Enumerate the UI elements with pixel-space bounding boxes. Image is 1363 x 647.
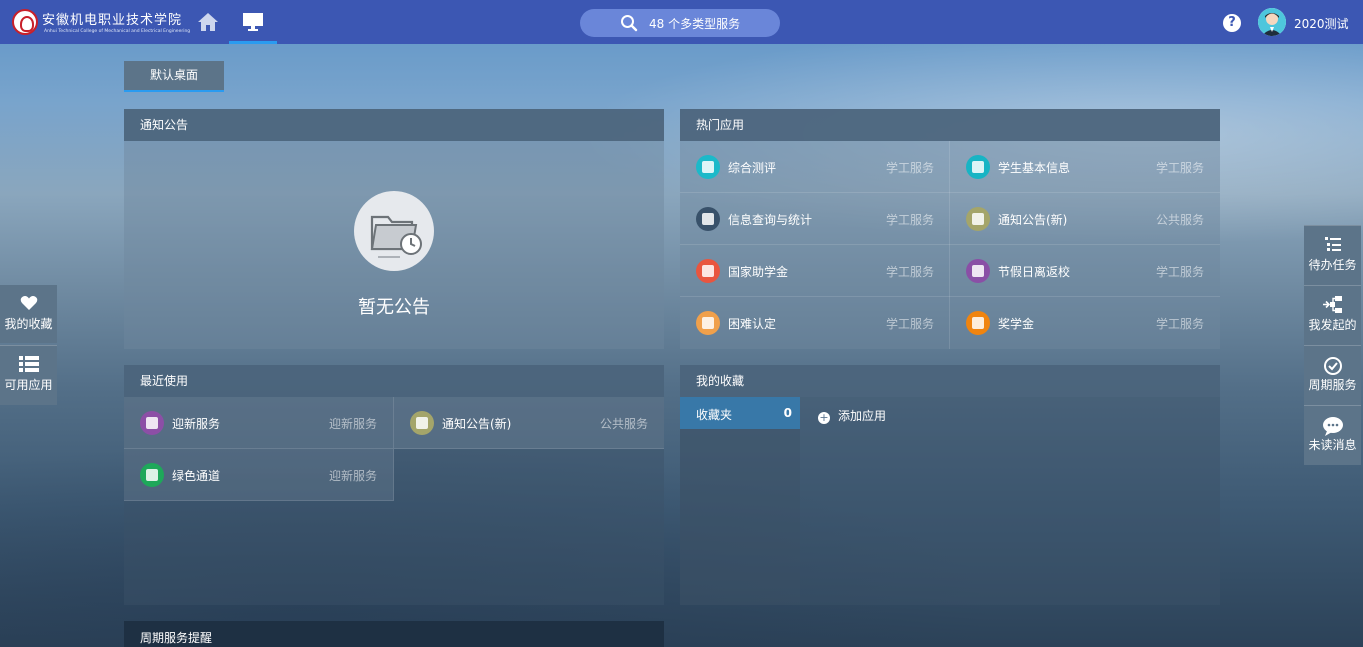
desktop-nav-button[interactable] [229,0,277,44]
app-name: 困难认定 [728,317,777,331]
school-logo-icon[interactable] [12,9,38,35]
recent-app-item[interactable]: 绿色通道 迎新服务 [124,449,394,501]
folder-label: 收藏夹 [696,408,733,422]
app-name: 通知公告(新) [998,213,1068,227]
add-app-button[interactable]: + 添加应用 [818,407,886,424]
query-stats-icon [696,207,720,231]
help-icon[interactable]: ? [1223,14,1241,32]
app-category: 迎新服务 [328,469,377,483]
evaluation-icon [696,155,720,179]
sidebar-initiated-by-me[interactable]: 我发起的 [1304,285,1361,345]
add-app-label: 添加应用 [838,409,887,423]
app-name: 国家助学金 [728,265,789,279]
recent-app-item[interactable]: 迎新服务 迎新服务 [124,397,394,449]
tasks-icon [1304,226,1361,256]
favorites-folder[interactable]: 收藏夹 0 [680,397,800,429]
empty-notice-text: 暂无公告 [358,297,430,318]
favorites-panel-title: 我的收藏 [680,365,1220,397]
app-name: 绿色通道 [172,469,221,483]
app-name: 迎新服务 [172,417,221,431]
grant-icon [696,259,720,283]
app-category: 学工服务 [885,213,934,227]
recent-panel: 最近使用 迎新服务 迎新服务 通知公告(新) 公共服务 绿色通道 迎新服务 [124,365,664,605]
home-icon[interactable] [196,10,220,34]
sidebar-available-apps[interactable]: 可用应用 [0,345,57,405]
sidebar-my-favorites[interactable]: 我的收藏 [0,285,57,343]
sidebar-label: 待办任务 [1308,258,1357,272]
school-name[interactable]: 安徽机电职业技术学院 [42,9,182,28]
user-name[interactable]: 2020测试 [1294,15,1349,32]
hot-app-item[interactable]: 奖学金 学工服务 [950,297,1220,349]
heart-icon [0,285,57,315]
green-channel-icon [140,463,164,487]
hot-apps-title: 热门应用 [680,109,1220,141]
notice-board-icon [966,207,990,231]
cycle-check-icon [1304,346,1361,376]
notice-panel-title: 通知公告 [124,109,664,141]
sidebar-label: 我发起的 [1308,318,1357,332]
periodic-panel-title: 周期服务提醒 [124,621,664,647]
app-category: 学工服务 [1155,265,1204,279]
app-name: 通知公告(新) [442,417,512,431]
sidebar-label: 周期服务 [1308,378,1357,392]
sidebar-label: 我的收藏 [4,317,53,331]
empty-folder-icon [354,191,434,271]
top-bar: 安徽机电职业技术学院 Anhui Technical College of Me… [0,0,1363,44]
plus-icon: + [818,411,830,424]
search-bar-text: 48 个多类型服务 [649,17,741,31]
favorites-panel: 我的收藏 收藏夹 0 + 添加应用 [680,365,1220,605]
app-name: 学生基本信息 [998,161,1071,175]
recent-app-item[interactable]: 通知公告(新) 公共服务 [394,397,664,449]
app-name: 信息查询与统计 [728,213,813,227]
notice-panel: 通知公告 暂无公告 [124,109,664,349]
app-category: 公共服务 [1155,213,1204,227]
app-name: 节假日离返校 [998,265,1071,279]
sidebar-pending-tasks[interactable]: 待办任务 [1304,225,1361,285]
hot-app-item[interactable]: 信息查询与统计 学工服务 [680,193,950,245]
recent-panel-title: 最近使用 [124,365,664,397]
sidebar-periodic-services[interactable]: 周期服务 [1304,345,1361,405]
app-category: 学工服务 [1155,161,1204,175]
holiday-leave-icon [966,259,990,283]
sidebar-label: 可用应用 [4,378,53,392]
hot-app-item[interactable]: 国家助学金 学工服务 [680,245,950,297]
hot-app-item[interactable]: 通知公告(新) 公共服务 [950,193,1220,245]
school-name-english: Anhui Technical College of Mechanical an… [44,29,191,34]
app-name: 奖学金 [998,317,1035,331]
hot-app-item[interactable]: 节假日离返校 学工服务 [950,245,1220,297]
list-icon [0,346,57,376]
monitor-icon [243,13,263,31]
scholarship-icon [966,311,990,335]
hardship-icon [696,311,720,335]
notice-board-icon [410,411,434,435]
search-icon [621,15,638,32]
welcome-service-icon [140,411,164,435]
folder-count: 0 [783,406,792,420]
app-category: 公共服务 [599,417,648,431]
service-search-bar[interactable]: 48 个多类型服务 [580,9,780,37]
chat-icon [1304,406,1361,436]
active-indicator [229,41,277,44]
app-category: 迎新服务 [328,417,377,431]
avatar[interactable] [1258,8,1286,36]
app-category: 学工服务 [885,317,934,331]
flow-icon [1304,286,1361,316]
sidebar-label: 未读消息 [1308,438,1357,452]
student-info-icon [966,155,990,179]
tab-default-desktop[interactable]: 默认桌面 [124,61,224,92]
periodic-panel: 周期服务提醒 [124,621,664,647]
hot-app-item[interactable]: 综合测评 学工服务 [680,141,950,193]
hot-app-item[interactable]: 学生基本信息 学工服务 [950,141,1220,193]
app-category: 学工服务 [885,161,934,175]
hot-apps-panel: 热门应用 综合测评 学工服务 学生基本信息 学工服务 信息查询与统计 学工服务 通知公… [680,109,1220,349]
app-category: 学工服务 [1155,317,1204,331]
hot-app-item[interactable]: 困难认定 学工服务 [680,297,950,349]
app-category: 学工服务 [885,265,934,279]
sidebar-unread-messages[interactable]: 未读消息 [1304,405,1361,465]
app-name: 综合测评 [728,161,777,175]
